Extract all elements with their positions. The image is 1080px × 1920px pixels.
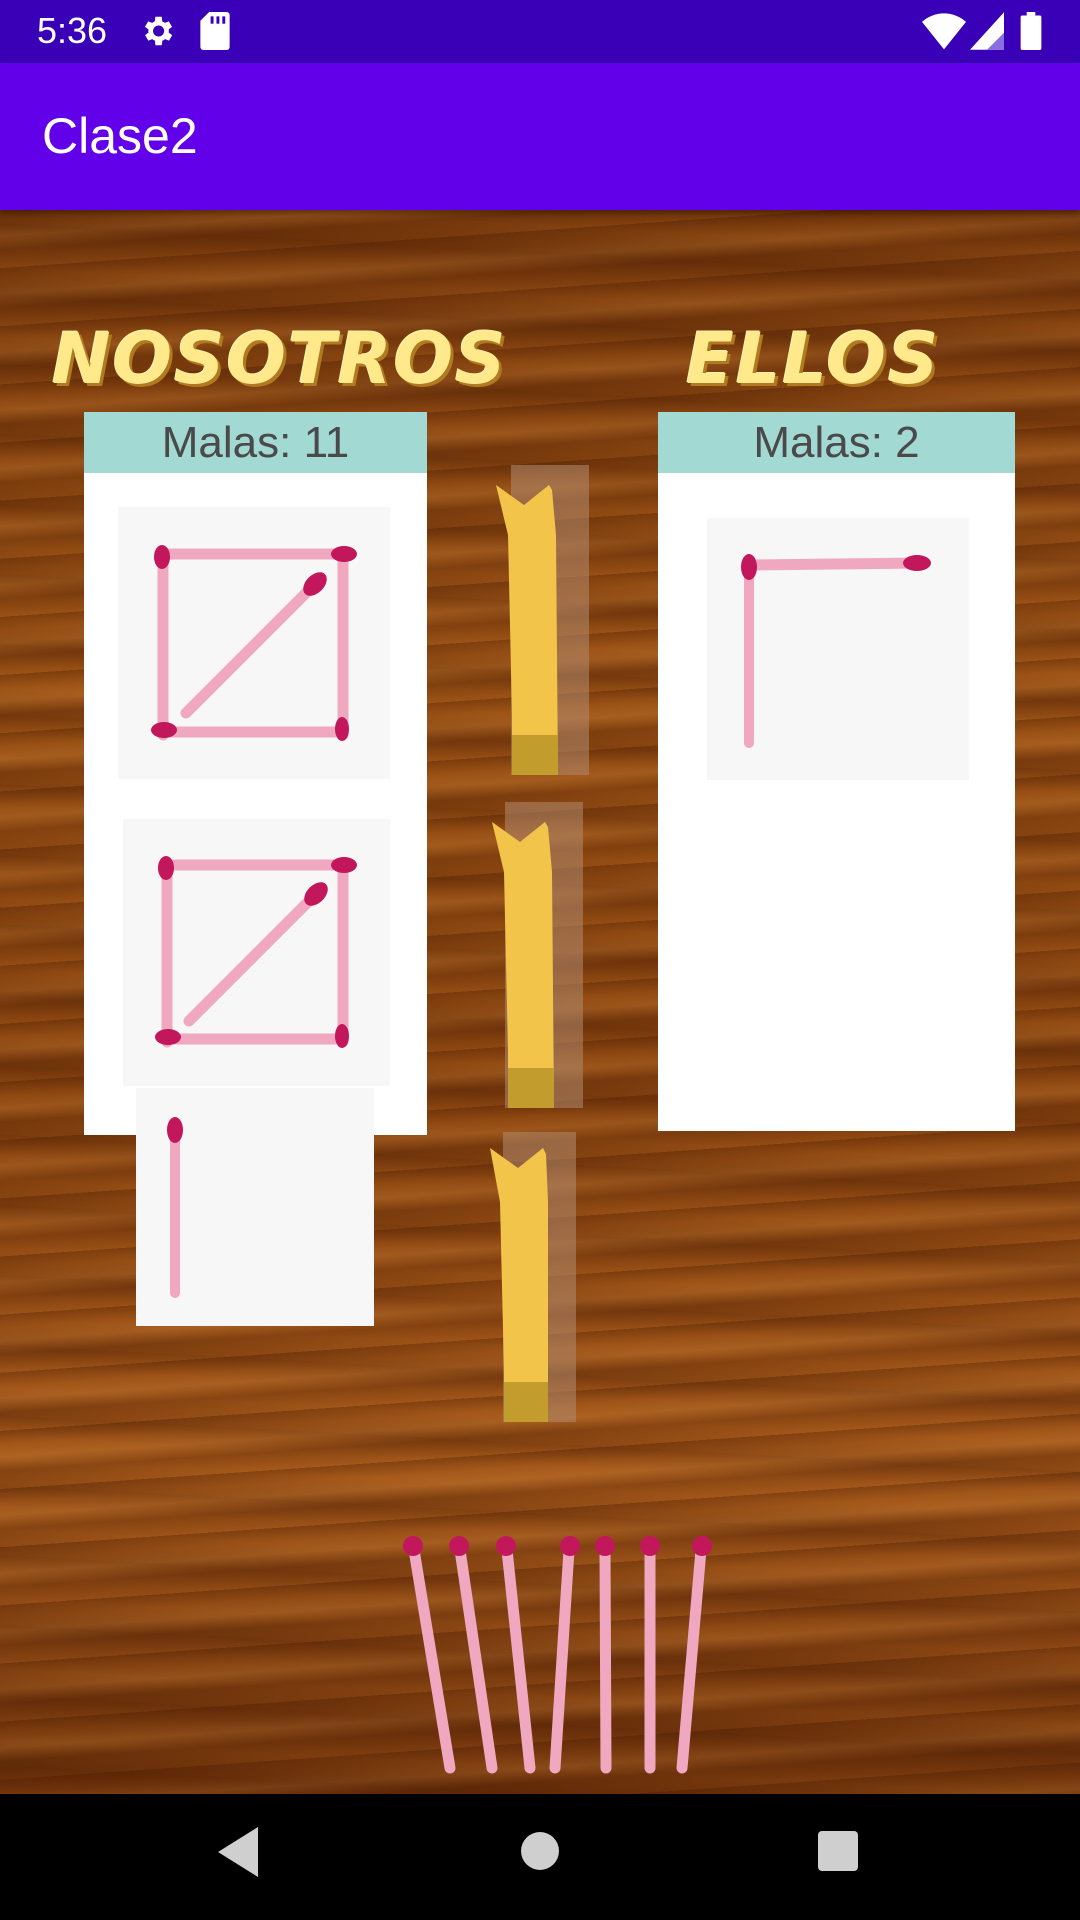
sd-card-icon	[200, 12, 230, 50]
team-title-us: NOSOTROS	[52, 318, 508, 400]
tape-divider	[488, 1132, 584, 1432]
back-icon[interactable]	[218, 1827, 258, 1877]
recents-icon[interactable]	[818, 1831, 858, 1871]
tape-divider	[490, 802, 586, 1112]
home-icon[interactable]	[520, 1831, 560, 1871]
wifi-icon	[922, 12, 966, 50]
matchstick-pile[interactable]	[392, 1532, 722, 1782]
game-board: NOSOTROS ELLOS Malas: 11 Malas: 2	[0, 210, 1080, 1794]
matchstick-square-icon	[155, 856, 357, 1048]
tally-group-partial	[136, 1088, 374, 1326]
tally-group-complete	[118, 507, 390, 779]
matchstick-icon	[167, 1117, 183, 1298]
app-title: Clase2	[42, 108, 198, 164]
tape-divider	[494, 465, 590, 775]
status-time: 5:36	[37, 10, 108, 51]
signal-icon	[970, 12, 1004, 50]
score-label-us: Malas: 11	[84, 412, 427, 473]
matchstick-corner-icon	[741, 554, 931, 748]
score-panel-us[interactable]: Malas: 11	[84, 412, 427, 1326]
navigation-bar	[0, 1794, 1080, 1920]
gear-icon	[138, 12, 176, 50]
score-panel-them[interactable]: Malas: 2	[658, 412, 1015, 1131]
team-title-them: ELLOS	[686, 318, 941, 400]
tally-group-partial	[707, 518, 969, 780]
battery-icon	[1020, 12, 1042, 50]
matchsticks-icon	[403, 1536, 712, 1774]
score-label-them: Malas: 2	[658, 412, 1015, 473]
tally-group-complete	[123, 819, 390, 1086]
app-bar: Clase2	[0, 63, 1080, 210]
matchstick-square-icon	[151, 545, 357, 741]
status-bar: 5:36	[0, 0, 1080, 63]
